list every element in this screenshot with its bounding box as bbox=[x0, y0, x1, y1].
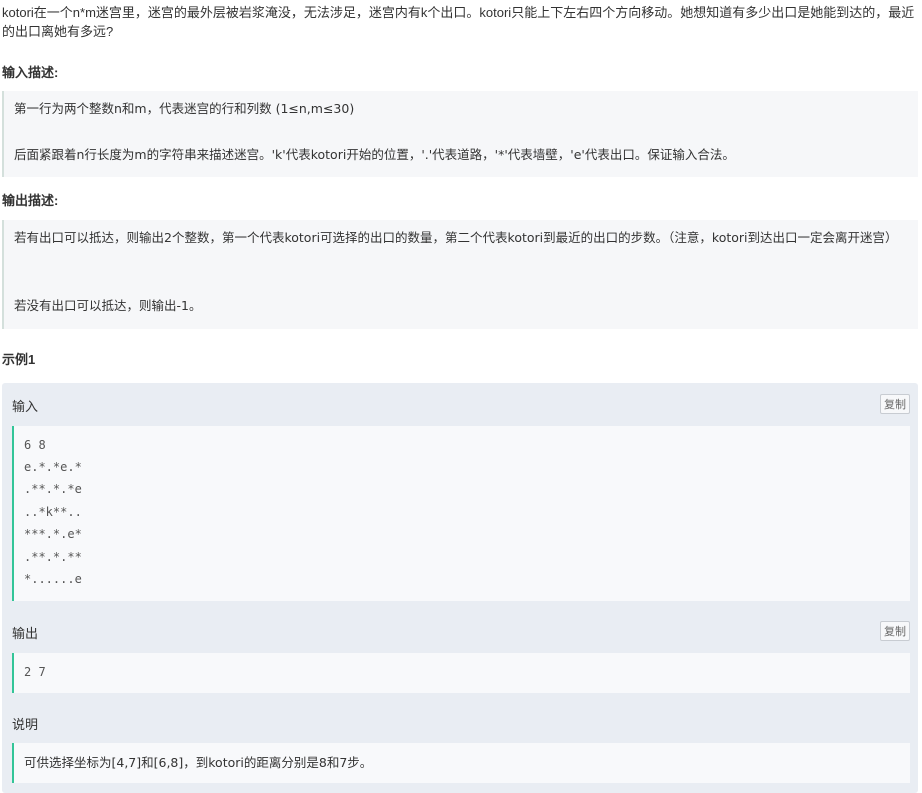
output-description-line-1: 若有出口可以抵达，则输出2个整数，第一个代表kotori可选择的出口的数量，第二… bbox=[14, 230, 898, 245]
code-line: .**.*.** bbox=[24, 550, 82, 564]
example-panel: 输入 复制 6 8 e.*.*e.* .**.*.*e ..*k**.. ***… bbox=[2, 383, 918, 793]
example-title: 示例1 bbox=[2, 352, 36, 367]
code-line: .**.*.*e bbox=[24, 482, 82, 496]
problem-statement: kotori在一个n*m迷宫里，迷宫的最外层被岩浆淹没，无法涉足，迷宫内有k个出… bbox=[2, 5, 915, 39]
input-description-line-1: 第一行为两个整数n和m，代表迷宫的行和列数 (1≤n,m≤30) bbox=[14, 101, 355, 116]
output-description-box: 若有出口可以抵达，则输出2个整数，第一个代表kotori可选择的出口的数量，第二… bbox=[2, 220, 918, 329]
example-input-label: 输入 bbox=[12, 399, 39, 414]
output-description-line-2: 若没有出口可以抵达，则输出-1。 bbox=[14, 298, 202, 313]
input-description-box: 第一行为两个整数n和m，代表迷宫的行和列数 (1≤n,m≤30) 后面紧跟着n行… bbox=[2, 91, 918, 177]
copy-input-button[interactable]: 复制 bbox=[880, 394, 910, 414]
code-line: ***.*.e* bbox=[24, 527, 82, 541]
example-output-label: 输出 bbox=[12, 626, 39, 641]
example-output-code: 2 7 bbox=[12, 653, 910, 693]
code-line: e.*.*e.* bbox=[24, 460, 82, 474]
example-explain-label: 说明 bbox=[12, 717, 39, 732]
input-description-title: 输入描述: bbox=[2, 65, 59, 80]
code-line: 2 7 bbox=[24, 665, 46, 679]
code-line: 6 8 bbox=[24, 438, 46, 452]
code-line: ..*k**.. bbox=[24, 505, 82, 519]
example-explain-text: 可供选择坐标为[4,7]和[6,8]，到kotori的距离分别是8和7步。 bbox=[12, 743, 910, 783]
code-line: *......e bbox=[24, 572, 82, 586]
input-description-line-2: 后面紧跟着n行长度为m的字符串来描述迷宫。'k'代表kotori开始的位置，'.… bbox=[14, 147, 735, 162]
output-description-title: 输出描述: bbox=[2, 193, 59, 208]
copy-output-button[interactable]: 复制 bbox=[880, 621, 910, 641]
problem-page: kotori在一个n*m迷宫里，迷宫的最外层被岩浆淹没，无法涉足，迷宫内有k个出… bbox=[0, 0, 922, 793]
example-input-code: 6 8 e.*.*e.* .**.*.*e ..*k**.. ***.*.e* … bbox=[12, 426, 910, 601]
